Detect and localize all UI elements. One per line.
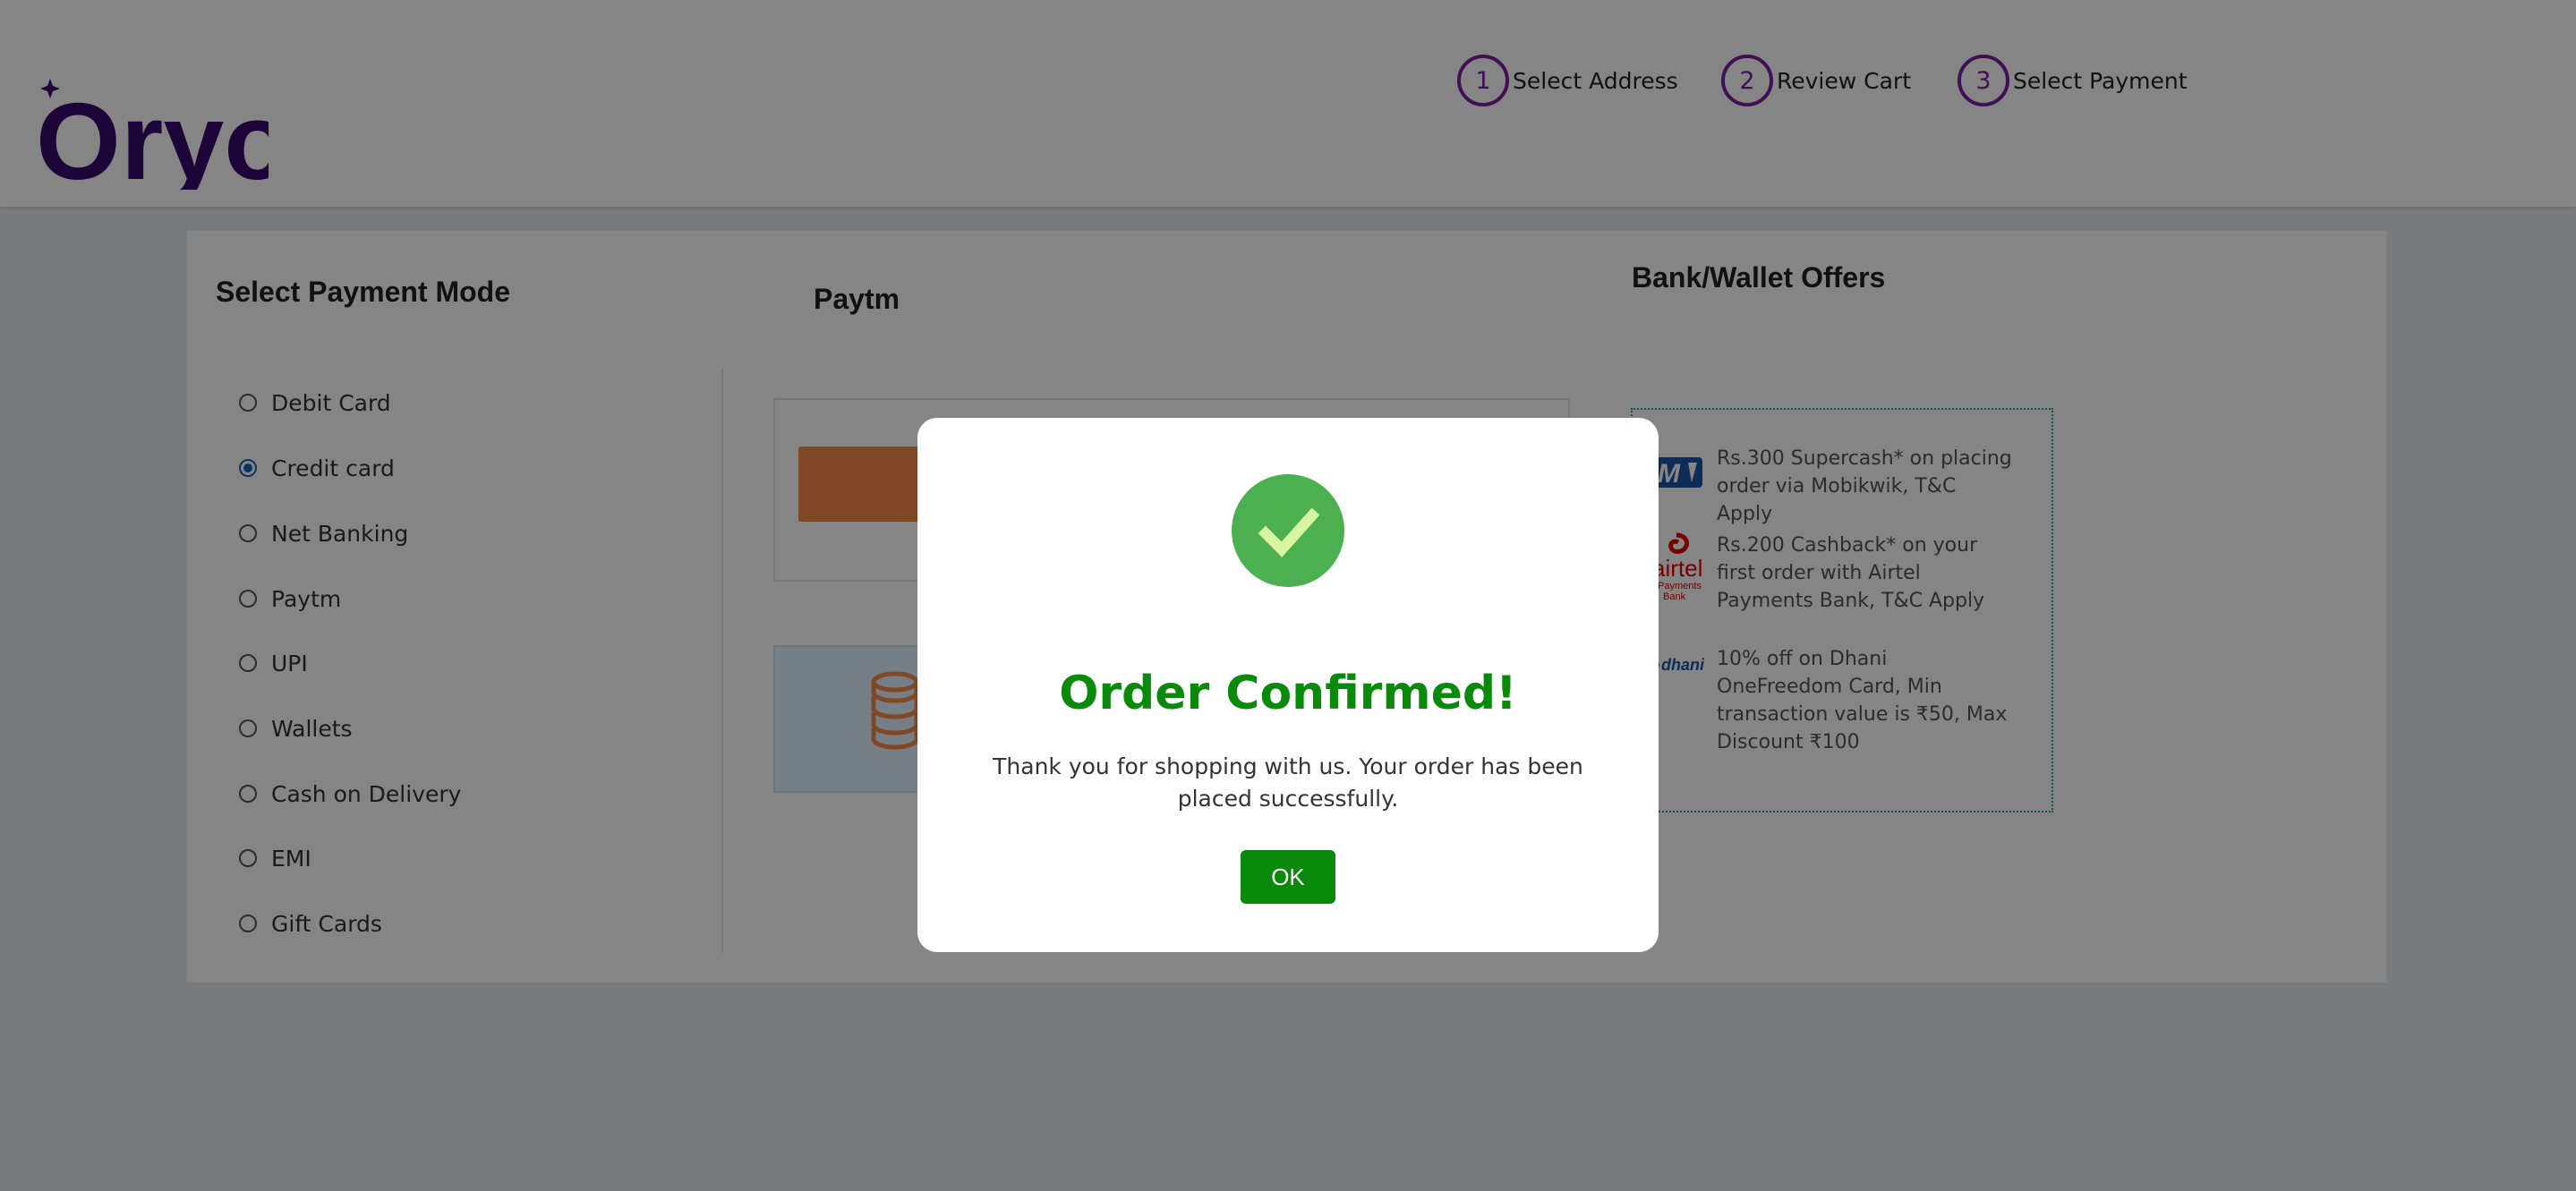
order-confirmation-dialog: Order Confirmed! Thank you for shopping …: [917, 418, 1659, 952]
dialog-message: Thank you for shopping with us. Your ord…: [993, 753, 1583, 812]
success-badge: [1232, 474, 1344, 587]
dialog-title: Order Confirmed!: [1059, 667, 1517, 720]
check-icon: [1258, 507, 1320, 557]
ok-button[interactable]: OK: [1241, 850, 1335, 904]
